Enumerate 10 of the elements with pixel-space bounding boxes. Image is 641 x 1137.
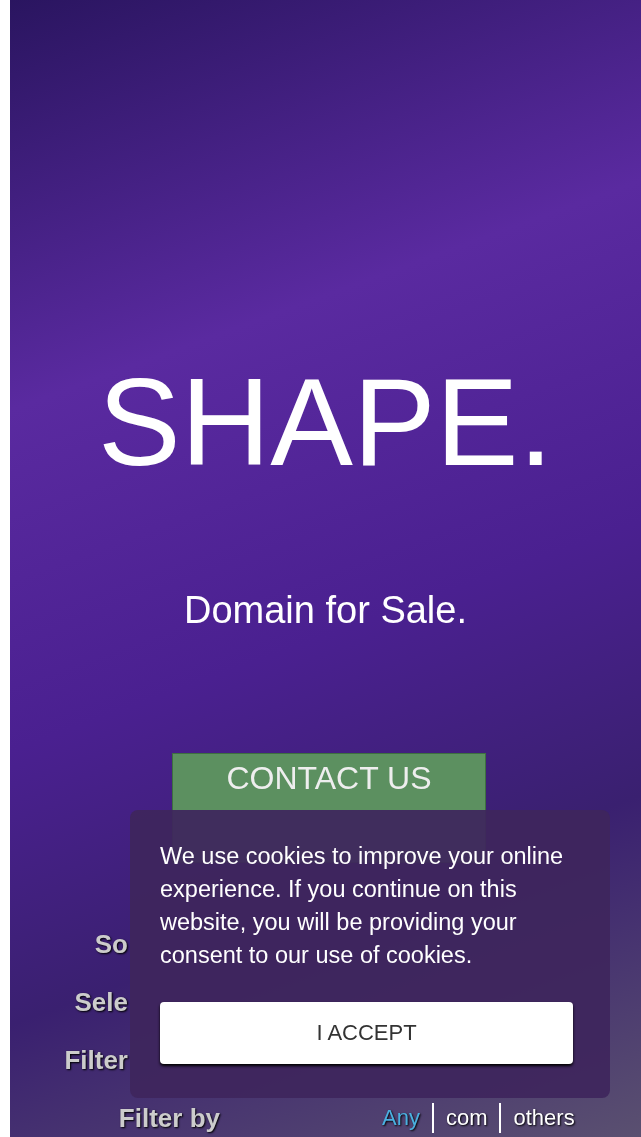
filter-label: Sele: [73, 986, 128, 1018]
filter-label: So: [93, 928, 128, 960]
filter-option[interactable]: others: [499, 1103, 587, 1133]
filter-label: Filter by: [117, 1102, 220, 1134]
site-title: SHAPE.: [98, 352, 553, 492]
filter-option[interactable]: com: [431, 1103, 500, 1133]
filter-label: Filter: [63, 1044, 128, 1076]
filter-option[interactable]: Any: [370, 1103, 432, 1133]
tagline: Domain for Sale.: [184, 588, 467, 633]
accept-button[interactable]: I ACCEPT: [160, 1002, 573, 1064]
